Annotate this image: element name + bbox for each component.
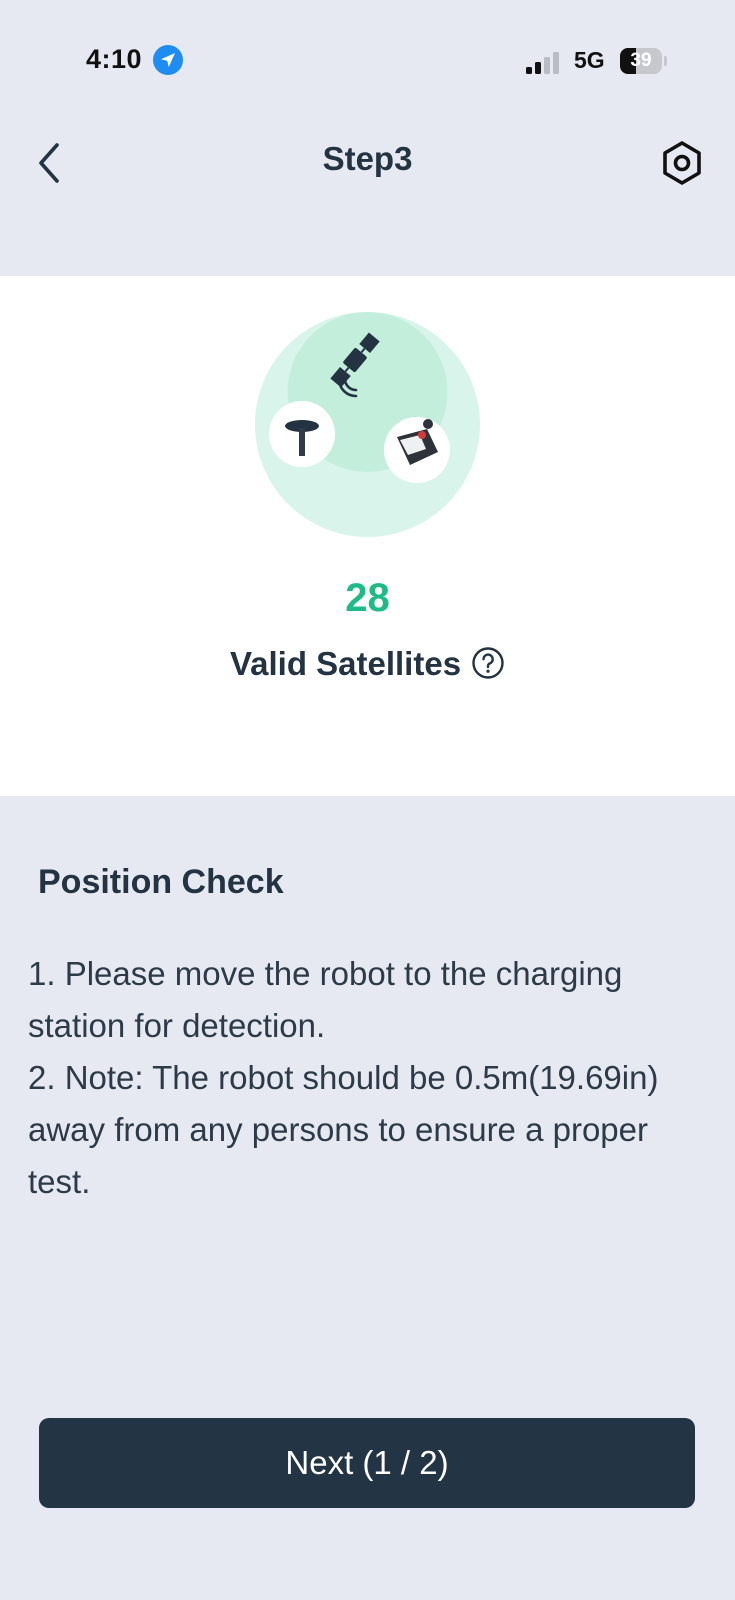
- next-button[interactable]: Next (1 / 2): [39, 1418, 695, 1508]
- battery-level: 39: [630, 50, 652, 71]
- instruction-item: 1. Please move the robot to the charging…: [28, 955, 623, 1044]
- satellite-label-row: Valid Satellites: [0, 645, 735, 683]
- instruction-item: 2. Note: The robot should be 0.5m(19.69i…: [28, 1059, 659, 1200]
- antenna-icon: [269, 401, 335, 467]
- location-arrow-icon: [153, 45, 183, 75]
- settings-button[interactable]: [660, 140, 704, 186]
- status-bar: 4:10 5G 39: [0, 0, 735, 120]
- robot-mower-icon: [384, 417, 450, 483]
- satellite-card: 28 Valid Satellites: [0, 276, 735, 796]
- hexagon-settings-icon: [663, 141, 701, 185]
- section-title: Position Check: [38, 863, 284, 901]
- page-title: Step3: [322, 140, 413, 177]
- satellite-count: 28: [345, 576, 390, 620]
- question-circle-icon[interactable]: [471, 646, 505, 680]
- instructions: 1. Please move the robot to the charging…: [28, 948, 718, 1208]
- battery-indicator: 39: [620, 48, 667, 74]
- satellite-illustration: [255, 312, 480, 537]
- status-time: 4:10: [86, 44, 143, 74]
- network-type: 5G: [574, 47, 605, 73]
- cellular-signal-icon: [526, 52, 559, 74]
- satellite-label: Valid Satellites: [229, 645, 462, 682]
